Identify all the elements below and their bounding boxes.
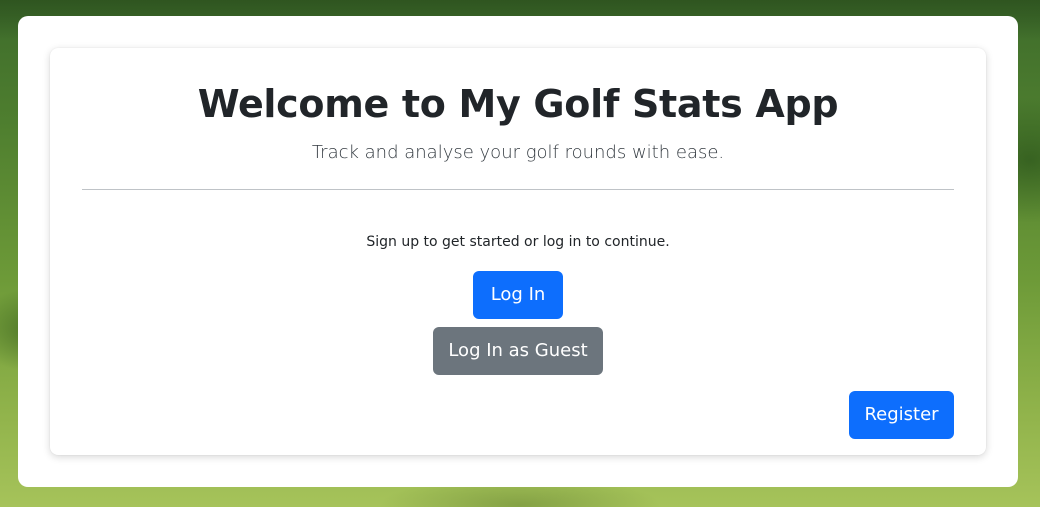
- page-title: Welcome to My Golf Stats App: [197, 82, 839, 126]
- login-button[interactable]: Log In: [473, 271, 563, 319]
- guest-login-button[interactable]: Log In as Guest: [433, 327, 603, 375]
- divider: [82, 189, 954, 190]
- content-panel: Welcome to My Golf Stats App Track and a…: [18, 16, 1018, 487]
- page-subtitle: Track and analyse your golf rounds with …: [311, 142, 725, 163]
- register-button[interactable]: Register: [849, 391, 954, 439]
- welcome-card: Welcome to My Golf Stats App Track and a…: [50, 48, 986, 455]
- signup-prompt: Sign up to get started or log in to cont…: [366, 234, 670, 250]
